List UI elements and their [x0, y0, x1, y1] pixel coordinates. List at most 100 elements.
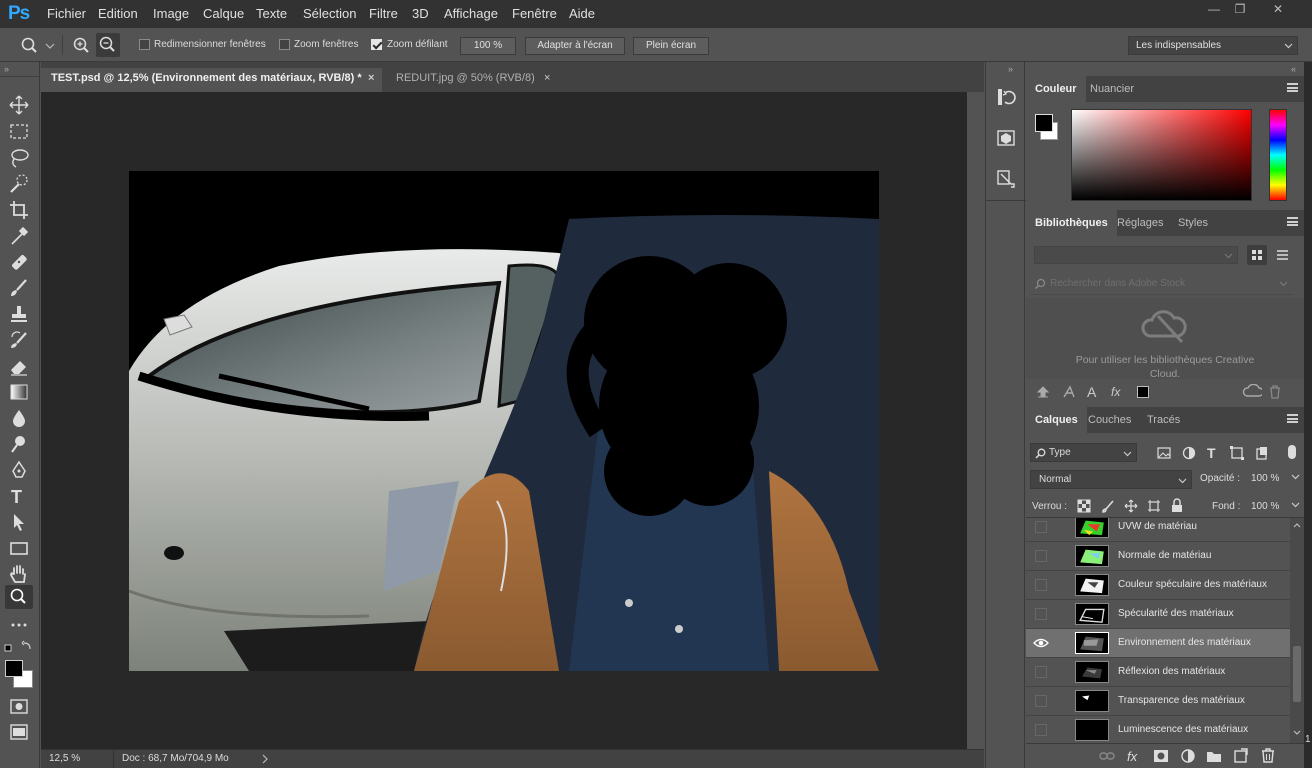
collapse-panels-icon[interactable]: » [1008, 64, 1013, 74]
visibility-toggle[interactable] [1035, 608, 1047, 620]
lock-pixels-icon[interactable] [1101, 499, 1115, 513]
visibility-toggle[interactable] [1035, 579, 1047, 591]
zoom-in-icon[interactable] [72, 36, 92, 56]
lock-position-icon[interactable] [1124, 499, 1138, 513]
crop-icon[interactable] [8, 199, 30, 221]
eye-icon[interactable] [1033, 637, 1049, 649]
new-adjustment-layer-icon[interactable] [1180, 748, 1196, 764]
opacity-value[interactable]: 100 % [1251, 473, 1279, 484]
menu-texte[interactable]: Texte [256, 6, 287, 21]
chevron-down-icon[interactable] [1291, 474, 1300, 482]
trash-icon[interactable] [1268, 384, 1282, 400]
gradient-icon[interactable] [8, 381, 30, 403]
move-icon[interactable] [8, 94, 30, 116]
tab-traces[interactable]: Tracés [1138, 407, 1189, 433]
fill-screen-button[interactable]: Plein écran [633, 37, 709, 55]
tab-styles[interactable]: Styles [1169, 210, 1217, 236]
brush-icon[interactable] [8, 277, 30, 299]
grid-view-button[interactable] [1247, 245, 1267, 265]
new-group-icon[interactable] [1206, 748, 1222, 763]
more-tools-icon[interactable] [8, 614, 30, 636]
3d-panel-icon[interactable] [995, 126, 1017, 148]
lock-all-icon[interactable] [1170, 498, 1184, 513]
smart-object-filter-icon[interactable] [1254, 445, 1270, 461]
blur-icon[interactable] [8, 407, 30, 429]
library-select[interactable] [1034, 246, 1238, 264]
add-layer-style-icon[interactable]: fx [1126, 748, 1144, 764]
filter-toggle[interactable] [1288, 445, 1296, 459]
visibility-toggle[interactable] [1035, 521, 1047, 533]
swap-colors-icon[interactable] [4, 640, 34, 656]
tab-nuancier[interactable]: Nuancier [1081, 76, 1143, 102]
layer-row[interactable]: Luminescence des matériaux [1026, 716, 1290, 743]
zoom-tool-preset-icon[interactable] [20, 37, 56, 55]
layer-row[interactable]: Transparence des matériaux [1026, 687, 1290, 716]
foreground-color-swatch[interactable] [1035, 114, 1053, 132]
properties-panel-icon[interactable] [995, 168, 1017, 190]
menu-aide[interactable]: Aide [569, 6, 595, 21]
scroll-down-icon[interactable] [1293, 730, 1301, 736]
tab-bibliotheques[interactable]: Bibliothèques [1026, 210, 1117, 236]
zoom-windows-checkbox[interactable] [279, 39, 290, 50]
chevron-right-icon[interactable] [261, 754, 269, 764]
color-swatch-icon[interactable] [1137, 386, 1149, 398]
menu-affichage[interactable]: Affichage [444, 6, 498, 21]
panel-menu-icon[interactable] [1287, 414, 1298, 423]
visibility-toggle[interactable] [1035, 550, 1047, 562]
blend-mode-select[interactable]: Normal [1030, 470, 1192, 489]
eyedropper-icon[interactable] [8, 225, 30, 247]
foreground-color-swatch[interactable] [5, 660, 23, 677]
lock-artboard-icon[interactable] [1147, 499, 1161, 513]
menu-filtre[interactable]: Filtre [369, 6, 398, 21]
close-tab-icon[interactable]: × [368, 68, 374, 88]
restore-button[interactable]: ❐ [1224, 0, 1256, 20]
menu-calque[interactable]: Calque [203, 6, 244, 21]
tab-test-psd[interactable]: TEST.psd @ 12,5% (Environnement des maté… [41, 68, 382, 92]
new-layer-icon[interactable] [1233, 748, 1249, 764]
panel-menu-icon[interactable] [1287, 83, 1298, 92]
close-tab-icon[interactable]: × [544, 68, 550, 88]
visibility-toggle[interactable] [1035, 666, 1047, 678]
screen-mode-icon[interactable] [8, 721, 30, 743]
healing-icon[interactable] [8, 251, 30, 273]
menu-3d[interactable]: 3D [412, 6, 429, 21]
color-field[interactable] [1071, 109, 1252, 201]
visibility-toggle[interactable] [1035, 724, 1047, 736]
layers-scrollbar[interactable] [1290, 518, 1304, 743]
adjustment-filter-icon[interactable] [1181, 445, 1197, 461]
tab-reglages[interactable]: Réglages [1108, 210, 1172, 236]
layer-row[interactable]: UVW de matériau [1026, 518, 1290, 542]
layer-row[interactable]: Spécularité des matériaux [1026, 600, 1290, 629]
layer-row[interactable]: Couleur spéculaire des matériaux [1026, 571, 1290, 600]
close-window-button[interactable]: ✕ [1262, 0, 1294, 20]
zoom-level[interactable]: 12,5 % [49, 753, 80, 764]
canvas-scrollbar[interactable] [967, 92, 984, 749]
sync-icon[interactable] [1242, 384, 1262, 400]
zoom-100-button[interactable]: 100 % [460, 37, 516, 55]
pixel-filter-icon[interactable] [1156, 445, 1172, 461]
quick-mask-icon[interactable] [8, 695, 30, 717]
add-mask-icon[interactable] [1153, 749, 1169, 763]
type-icon[interactable]: T [8, 485, 30, 507]
scroll-thumb[interactable] [1293, 646, 1301, 702]
panel-menu-icon[interactable] [1287, 217, 1298, 226]
upload-icon[interactable] [1036, 385, 1050, 399]
layer-style-icon[interactable]: fx [1110, 384, 1128, 398]
stamp-icon[interactable] [8, 303, 30, 325]
tab-couleur[interactable]: Couleur [1026, 76, 1086, 102]
menu-selection[interactable]: Sélection [303, 6, 356, 21]
lasso-icon[interactable] [8, 147, 30, 169]
visibility-toggle[interactable] [1035, 695, 1047, 707]
character-style-icon[interactable] [1062, 385, 1076, 399]
dodge-icon[interactable] [8, 433, 30, 455]
fit-screen-button[interactable]: Adapter à l'écran [525, 37, 625, 55]
layer-row[interactable]: Normale de matériau [1026, 542, 1290, 571]
chevron-down-icon[interactable] [1291, 502, 1300, 510]
document-canvas[interactable] [129, 171, 879, 671]
stock-search-field[interactable]: Rechercher dans Adobe Stock [1030, 273, 1294, 295]
canvas-area[interactable] [41, 92, 967, 749]
resize-windows-checkbox[interactable] [139, 39, 150, 50]
zoom-tool-button[interactable] [5, 585, 33, 609]
rectangle-icon[interactable] [8, 537, 30, 559]
layer-filter-select[interactable]: Type [1030, 443, 1137, 462]
